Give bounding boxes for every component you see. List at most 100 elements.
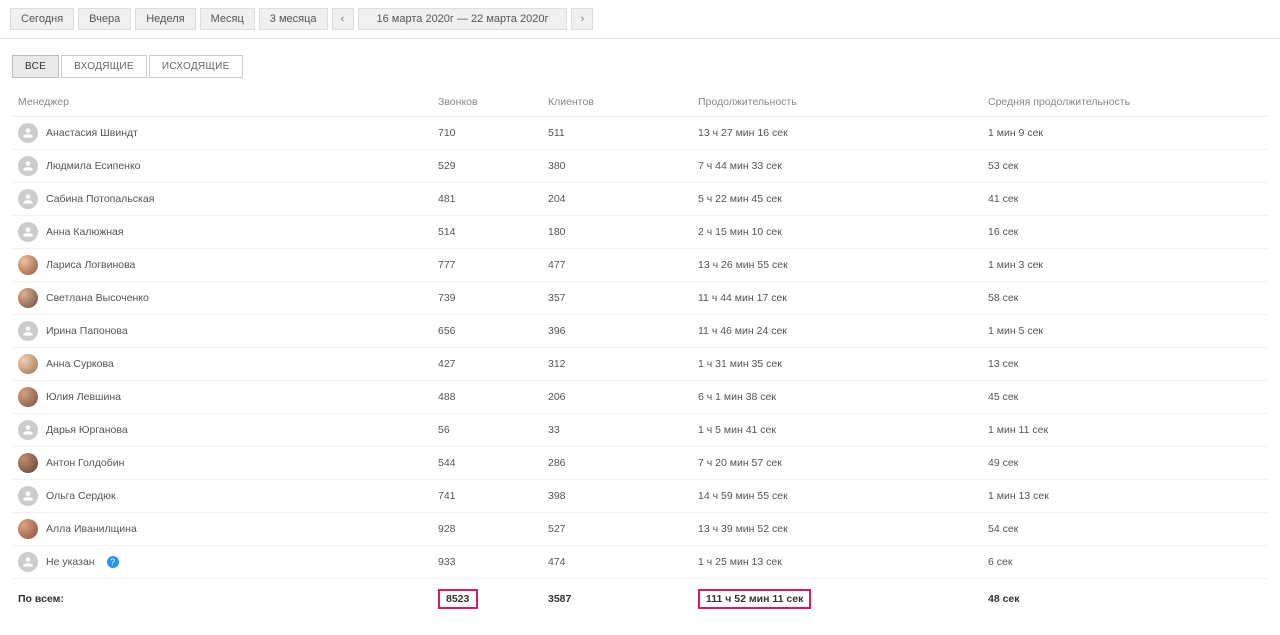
call-direction-tabs: ВСЕ ВХОДЯЩИЕ ИСХОДЯЩИЕ <box>12 55 1268 78</box>
tab-incoming[interactable]: ВХОДЯЩИЕ <box>61 55 147 78</box>
table-row[interactable]: Анастасия Швиндт71051113 ч 27 мин 16 сек… <box>12 117 1268 150</box>
manager-name: Ольга Сердюк <box>46 490 116 502</box>
next-range-button[interactable]: › <box>571 8 593 30</box>
avatar <box>18 354 38 374</box>
cell-avg: 16 сек <box>982 216 1268 249</box>
cell-duration: 6 ч 1 мин 38 сек <box>692 381 982 414</box>
manager-name: Светлана Высоченко <box>46 292 149 304</box>
totals-label: По всем: <box>12 579 432 616</box>
avatar <box>18 552 38 572</box>
avatar <box>18 222 38 242</box>
cell-avg: 1 мин 3 сек <box>982 249 1268 282</box>
cell-calls: 741 <box>432 480 542 513</box>
cell-avg: 54 сек <box>982 513 1268 546</box>
cell-duration: 1 ч 5 мин 41 сек <box>692 414 982 447</box>
manager-name: Анна Суркова <box>46 358 114 370</box>
table-row[interactable]: Антон Голдобин5442867 ч 20 мин 57 сек49 … <box>12 447 1268 480</box>
cell-clients: 398 <box>542 480 692 513</box>
table-row[interactable]: Лариса Логвинова77747713 ч 26 мин 55 сек… <box>12 249 1268 282</box>
cell-clients: 396 <box>542 315 692 348</box>
avatar <box>18 288 38 308</box>
cell-clients: 477 <box>542 249 692 282</box>
week-button[interactable]: Неделя <box>135 8 195 30</box>
table-row[interactable]: Людмила Есипенко5293807 ч 44 мин 33 сек5… <box>12 150 1268 183</box>
avatar <box>18 486 38 506</box>
totals-duration: 111 ч 52 мин 11 сек <box>692 579 982 616</box>
cell-duration: 14 ч 59 мин 55 сек <box>692 480 982 513</box>
avatar <box>18 255 38 275</box>
header-manager[interactable]: Менеджер <box>12 88 432 117</box>
table-row[interactable]: Светлана Высоченко73935711 ч 44 мин 17 с… <box>12 282 1268 315</box>
cell-calls: 514 <box>432 216 542 249</box>
table-row[interactable]: Дарья Юрганова 56331 ч 5 мин 41 сек1 мин … <box>12 414 1268 447</box>
cell-duration: 1 ч 25 мин 13 сек <box>692 546 982 579</box>
yesterday-button[interactable]: Вчера <box>78 8 131 30</box>
tab-outgoing[interactable]: ИСХОДЯЩИЕ <box>149 55 243 78</box>
info-icon[interactable]: ? <box>107 556 119 568</box>
cell-calls: 928 <box>432 513 542 546</box>
cell-calls: 481 <box>432 183 542 216</box>
cell-avg: 1 мин 13 сек <box>982 480 1268 513</box>
three-months-button[interactable]: 3 месяца <box>259 8 328 30</box>
table-row[interactable]: Юлия Левшина4882066 ч 1 мин 38 сек45 сек <box>12 381 1268 414</box>
cell-clients: 380 <box>542 150 692 183</box>
chevron-right-icon: › <box>581 13 585 25</box>
totals-row: По всем: 8523 3587 111 ч 52 мин 11 сек 4… <box>12 579 1268 616</box>
cell-calls: 739 <box>432 282 542 315</box>
header-duration[interactable]: Продолжительность <box>692 88 982 117</box>
cell-duration: 13 ч 39 мин 52 сек <box>692 513 982 546</box>
manager-name: Дарья Юрганова <box>46 424 128 436</box>
avatar <box>18 519 38 539</box>
cell-duration: 13 ч 27 мин 16 сек <box>692 117 982 150</box>
date-toolbar: Сегодня Вчера Неделя Месяц 3 месяца ‹ 16… <box>0 0 1280 39</box>
avatar <box>18 387 38 407</box>
table-row[interactable]: Алла Иванилщина92852713 ч 39 мин 52 сек5… <box>12 513 1268 546</box>
cell-duration: 11 ч 44 мин 17 сек <box>692 282 982 315</box>
totals-clients: 3587 <box>542 579 692 616</box>
manager-name: Лариса Логвинова <box>46 259 135 271</box>
cell-calls: 656 <box>432 315 542 348</box>
table-row[interactable]: Анна Суркова 4273121 ч 31 мин 35 сек13 се… <box>12 348 1268 381</box>
cell-clients: 474 <box>542 546 692 579</box>
cell-avg: 13 сек <box>982 348 1268 381</box>
cell-duration: 7 ч 20 мин 57 сек <box>692 447 982 480</box>
date-range-display[interactable]: 16 марта 2020г — 22 марта 2020г <box>358 8 568 30</box>
tab-all[interactable]: ВСЕ <box>12 55 59 78</box>
table-row[interactable]: Ольга Сердюк 74139814 ч 59 мин 55 сек1 ми… <box>12 480 1268 513</box>
table-row[interactable]: Анна Калюжная5141802 ч 15 мин 10 сек16 с… <box>12 216 1268 249</box>
cell-calls: 529 <box>432 150 542 183</box>
cell-avg: 49 сек <box>982 447 1268 480</box>
table-row[interactable]: Сабина Потопальская4812045 ч 22 мин 45 с… <box>12 183 1268 216</box>
cell-avg: 58 сек <box>982 282 1268 315</box>
cell-avg: 1 мин 11 сек <box>982 414 1268 447</box>
cell-calls: 933 <box>432 546 542 579</box>
cell-avg: 1 мин 9 сек <box>982 117 1268 150</box>
header-avg-duration[interactable]: Средняя продолжительность <box>982 88 1268 117</box>
managers-table: Менеджер Звонков Клиентов Продолжительно… <box>12 88 1268 615</box>
table-row[interactable]: Не указан?9334741 ч 25 мин 13 сек6 сек <box>12 546 1268 579</box>
month-button[interactable]: Месяц <box>200 8 255 30</box>
cell-calls: 56 <box>432 414 542 447</box>
header-calls[interactable]: Звонков <box>432 88 542 117</box>
header-clients[interactable]: Клиентов <box>542 88 692 117</box>
cell-avg: 41 сек <box>982 183 1268 216</box>
cell-clients: 33 <box>542 414 692 447</box>
cell-duration: 13 ч 26 мин 55 сек <box>692 249 982 282</box>
cell-calls: 544 <box>432 447 542 480</box>
manager-name: Анна Калюжная <box>46 226 124 238</box>
cell-duration: 1 ч 31 мин 35 сек <box>692 348 982 381</box>
manager-name: Юлия Левшина <box>46 391 121 403</box>
cell-clients: 312 <box>542 348 692 381</box>
today-button[interactable]: Сегодня <box>10 8 74 30</box>
table-row[interactable]: Ирина Папонова65639611 ч 46 мин 24 сек1 … <box>12 315 1268 348</box>
manager-name: Анастасия Швиндт <box>46 127 138 139</box>
cell-avg: 1 мин 5 сек <box>982 315 1268 348</box>
avatar <box>18 321 38 341</box>
manager-name: Не указан <box>46 556 95 568</box>
avatar <box>18 123 38 143</box>
cell-calls: 427 <box>432 348 542 381</box>
cell-avg: 45 сек <box>982 381 1268 414</box>
cell-calls: 488 <box>432 381 542 414</box>
prev-range-button[interactable]: ‹ <box>332 8 354 30</box>
avatar <box>18 189 38 209</box>
